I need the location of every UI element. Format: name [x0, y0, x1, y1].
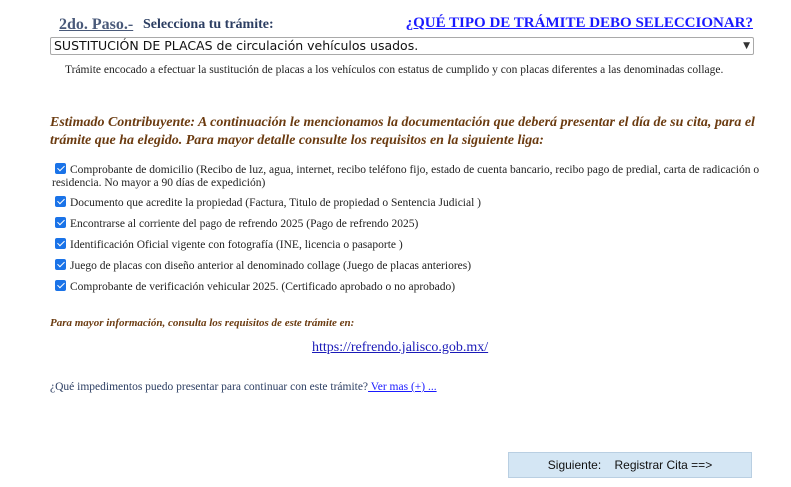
documentation-notice: Estimado Contribuyente: A continuación l… — [50, 115, 755, 148]
procedure-help-link[interactable]: ¿QUÉ TIPO DE TRÁMITE DEBO SELECCIONAR? — [406, 15, 753, 32]
step-description: Selecciona tu trámite: — [143, 17, 274, 32]
requirement-checkbox[interactable] — [55, 217, 66, 228]
procedure-select-value: SUSTITUCIÓN DE PLACAS de circulación veh… — [54, 38, 419, 53]
requirements-url-link[interactable]: https://refrendo.jalisco.gob.mx/ — [312, 340, 488, 356]
chevron-down-icon: ▼ — [743, 41, 750, 51]
requirement-label: Documento que acredite la propiedad (Fac… — [70, 197, 482, 209]
requirement-item: Documento que acredite la propiedad (Fac… — [52, 196, 772, 210]
requirement-label: Juego de placas con diseño anterior al d… — [70, 260, 472, 272]
more-info-text: Para mayor información, consulta los req… — [50, 317, 355, 329]
impediments-question: ¿Qué impedimentos puedo presentar para c… — [50, 381, 437, 393]
requirement-label: Identificación Oficial vigente con fotog… — [70, 239, 403, 251]
procedure-description: Trámite encocado a efectuar la sustituci… — [65, 64, 724, 76]
requirement-label: Comprobante de domicilio (Recibo de luz,… — [52, 164, 760, 189]
requirement-item: Comprobante de verificación vehicular 20… — [52, 280, 772, 294]
requirement-checkbox[interactable] — [55, 196, 66, 207]
requirement-item: Juego de placas con diseño anterior al d… — [52, 259, 772, 273]
ver-mas-link[interactable]: Ver mas (+) ... — [368, 381, 437, 393]
impediments-question-text: ¿Qué impedimentos puedo presentar para c… — [50, 381, 369, 393]
requirement-checkbox[interactable] — [55, 259, 66, 270]
requirement-item: Encontrarse al corriente del pago de ref… — [52, 217, 772, 231]
requirement-label: Comprobante de verificación vehicular 20… — [70, 281, 456, 293]
requirement-checkbox[interactable] — [55, 163, 66, 174]
requirement-checkbox[interactable] — [55, 280, 66, 291]
requirement-label: Encontrarse al corriente del pago de ref… — [70, 218, 419, 230]
step-label: 2do. Paso.- — [59, 16, 134, 33]
procedure-select[interactable]: SUSTITUCIÓN DE PLACAS de circulación veh… — [50, 37, 754, 55]
requirement-item: Identificación Oficial vigente con fotog… — [52, 238, 772, 252]
step-header: 2do. Paso.- Selecciona tu trámite: ¿QUÉ … — [59, 14, 759, 36]
requirements-checklist: Comprobante de domicilio (Recibo de luz,… — [52, 163, 772, 301]
requirement-checkbox[interactable] — [55, 238, 66, 249]
requirement-item: Comprobante de domicilio (Recibo de luz,… — [52, 163, 772, 190]
next-register-appointment-button[interactable]: Siguiente: Registrar Cita ==> — [508, 452, 752, 478]
